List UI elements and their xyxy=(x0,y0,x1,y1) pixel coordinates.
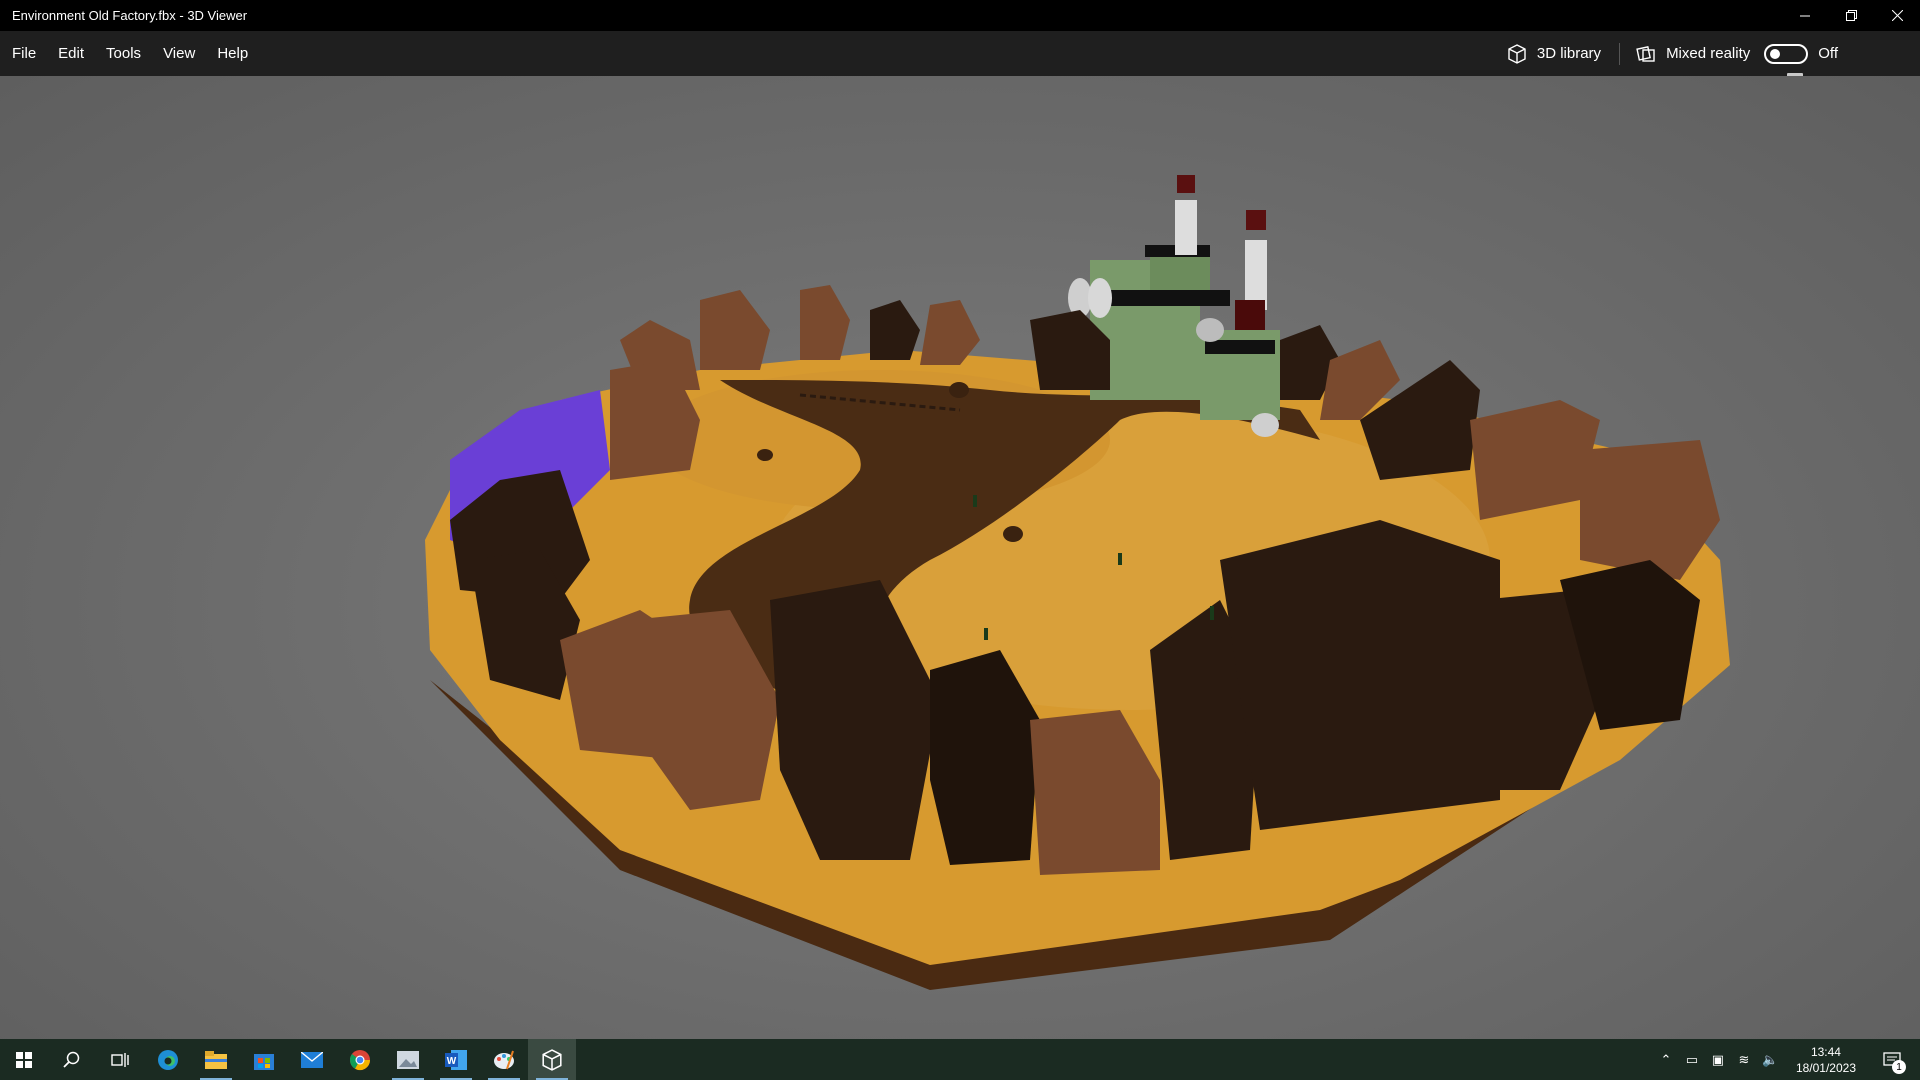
edge-button[interactable] xyxy=(144,1039,192,1080)
notification-center-button[interactable]: 1 xyxy=(1874,1039,1910,1080)
clock[interactable]: 13:44 18/01/2023 xyxy=(1788,1044,1864,1076)
3d-viewer-button[interactable] xyxy=(528,1039,576,1080)
search-icon xyxy=(63,1051,80,1068)
tablet-icon[interactable]: ▭ xyxy=(1684,1052,1700,1068)
restore-icon xyxy=(1845,10,1857,21)
cube-icon xyxy=(1508,43,1526,64)
chevron-up-icon[interactable]: ⌃ xyxy=(1658,1052,1674,1068)
file-explorer-icon xyxy=(205,1050,227,1069)
task-view-button[interactable] xyxy=(96,1039,144,1080)
paint-button[interactable] xyxy=(480,1039,528,1080)
menu-bar: File Edit Tools View Help 3D library Mix… xyxy=(0,31,1920,76)
task-view-icon xyxy=(111,1052,129,1067)
close-button[interactable] xyxy=(1874,0,1920,31)
mixed-reality-toggle[interactable] xyxy=(1764,43,1809,64)
3d-model-render xyxy=(425,175,1730,990)
photos-button[interactable] xyxy=(384,1039,432,1080)
volume-icon[interactable]: 🔈 xyxy=(1762,1052,1778,1068)
store-icon xyxy=(254,1053,274,1070)
start-button[interactable] xyxy=(0,1039,48,1080)
menu-edit[interactable]: Edit xyxy=(47,31,95,76)
mixed-reality-icon xyxy=(1636,45,1655,62)
system-tray: ⌃ ▭ ▣ ≋ 🔈 13:44 18/01/2023 1 xyxy=(1658,1039,1920,1080)
file-explorer-button[interactable] xyxy=(192,1039,240,1080)
store-button[interactable] xyxy=(240,1039,288,1080)
window-controls xyxy=(1782,0,1920,31)
window-title: Environment Old Factory.fbx - 3D Viewer xyxy=(12,8,248,23)
3d-library-label: 3D library xyxy=(1536,45,1602,62)
3d-viewer-icon xyxy=(542,1048,562,1071)
meet-now-icon[interactable]: ▣ xyxy=(1710,1052,1726,1068)
paint-icon xyxy=(494,1050,514,1069)
3d-viewport[interactable] xyxy=(0,76,1920,1039)
svg-text:W: W xyxy=(447,1056,457,1067)
chrome-icon xyxy=(349,1049,371,1070)
menu-right-group: 3D library Mixed reality Off xyxy=(1489,31,1920,76)
mixed-reality-label: Mixed reality xyxy=(1666,45,1751,62)
chrome-button[interactable] xyxy=(336,1039,384,1080)
3d-library-button[interactable]: 3D library xyxy=(1489,31,1619,76)
clock-date: 18/01/2023 xyxy=(1795,1060,1856,1075)
mail-icon xyxy=(301,1051,323,1068)
menu-help[interactable]: Help xyxy=(206,31,259,76)
close-icon xyxy=(1891,10,1903,21)
windows-start-icon xyxy=(16,1051,32,1068)
photos-icon xyxy=(397,1050,419,1069)
menu-view[interactable]: View xyxy=(152,31,206,76)
clock-time: 13:44 xyxy=(1810,1044,1841,1059)
minimize-icon xyxy=(1800,15,1810,16)
minimize-button[interactable] xyxy=(1782,0,1828,31)
taskbar: W ⌃ ▭ ▣ ≋ 🔈 13:44 18/01/2023 1 xyxy=(0,1039,1920,1080)
restore-button[interactable] xyxy=(1828,0,1874,31)
title-bar: Environment Old Factory.fbx - 3D Viewer xyxy=(0,0,1920,31)
factory-building xyxy=(1068,175,1280,437)
search-button[interactable] xyxy=(48,1039,96,1080)
word-icon: W xyxy=(445,1049,467,1070)
menu-tools[interactable]: Tools xyxy=(95,31,152,76)
notification-badge: 1 xyxy=(1892,1060,1906,1074)
mail-button[interactable] xyxy=(288,1039,336,1080)
network-icon[interactable]: ≋ xyxy=(1736,1052,1752,1068)
mixed-reality-state: Off xyxy=(1818,45,1838,62)
edge-icon xyxy=(158,1049,178,1070)
menu-file[interactable]: File xyxy=(1,31,47,76)
mixed-reality-group: Mixed reality Off xyxy=(1620,31,1920,76)
word-button[interactable]: W xyxy=(432,1039,480,1080)
